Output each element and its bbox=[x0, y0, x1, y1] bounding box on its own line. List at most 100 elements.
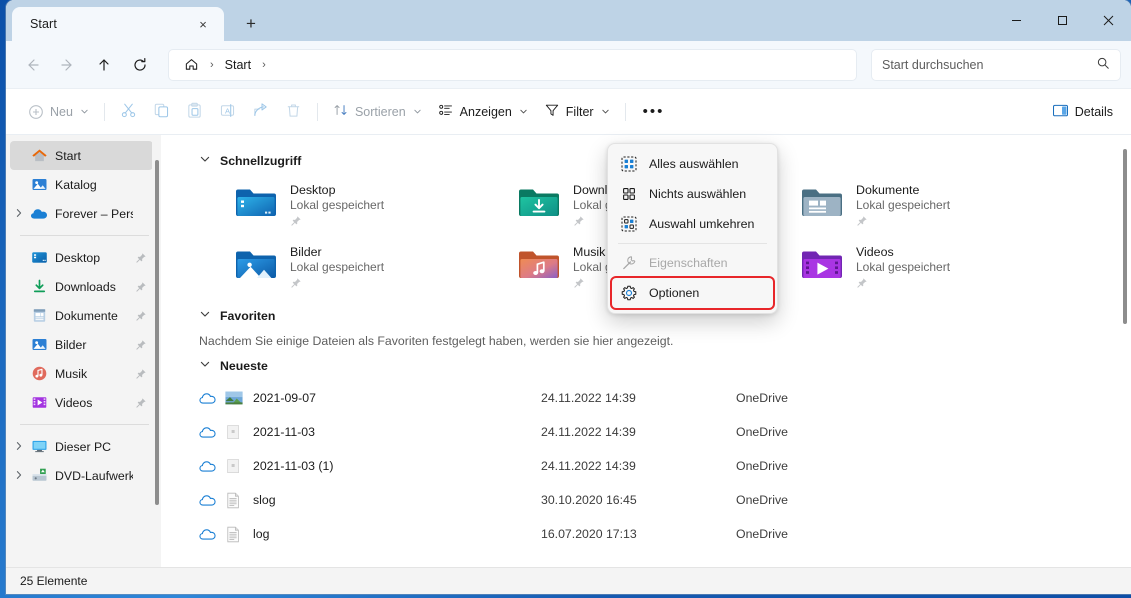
menu-item-label: Eigenschaften bbox=[649, 256, 728, 270]
chevron-right-icon[interactable] bbox=[10, 208, 28, 220]
sidebar-item-label: Videos bbox=[55, 395, 93, 410]
new-button-label: Neu bbox=[50, 104, 73, 119]
folder-music-icon bbox=[518, 244, 560, 282]
sidebar-item-katalog[interactable]: Katalog bbox=[10, 170, 153, 199]
cloud-icon bbox=[199, 391, 225, 405]
forward-button[interactable] bbox=[50, 49, 86, 81]
sort-button-label: Sortieren bbox=[354, 104, 406, 119]
cut-button[interactable] bbox=[112, 97, 145, 127]
close-window-button[interactable] bbox=[1085, 0, 1131, 41]
chevron-down-icon bbox=[80, 107, 89, 116]
menu-item-select-none[interactable]: Nichts auswählen bbox=[612, 179, 773, 209]
sidebar-item-this-pc[interactable]: Dieser PC bbox=[10, 432, 153, 461]
new-tab-button[interactable]: + bbox=[236, 9, 266, 39]
downloads-icon bbox=[28, 278, 50, 295]
videos-icon bbox=[28, 394, 50, 411]
file-source: OneDrive bbox=[736, 527, 788, 541]
scissors-icon bbox=[120, 102, 137, 122]
pin-icon[interactable] bbox=[133, 310, 149, 322]
chevron-right-icon[interactable] bbox=[10, 470, 28, 482]
sidebar-item-downloads[interactable]: Downloads bbox=[10, 272, 153, 301]
table-row[interactable]: log 16.07.2020 17:13 OneDrive bbox=[161, 517, 1131, 551]
share-button[interactable] bbox=[244, 97, 277, 127]
toolbar-divider-3 bbox=[624, 102, 626, 121]
quick-access-item-dokumente[interactable]: Dokumente Lokal gespeichert bbox=[801, 180, 1084, 236]
up-button[interactable] bbox=[86, 49, 122, 81]
see-more-button[interactable]: ••• bbox=[633, 97, 675, 127]
filter-button[interactable]: Filter bbox=[536, 97, 618, 127]
quick-access-item-videos[interactable]: Videos Lokal gespeichert bbox=[801, 242, 1084, 298]
table-row[interactable]: 2021-11-03 (1) 24.11.2022 14:39 OneDrive bbox=[161, 449, 1131, 483]
file-date: 30.10.2020 16:45 bbox=[541, 493, 637, 507]
sidebar-item-musik[interactable]: Musik bbox=[10, 359, 153, 388]
table-row[interactable]: 2021-11-03 24.11.2022 14:39 OneDrive bbox=[161, 415, 1131, 449]
search-input[interactable]: Start durchsuchen bbox=[871, 48, 1121, 81]
file-date: 24.11.2022 14:39 bbox=[541, 425, 636, 439]
sidebar-item-onedrive[interactable]: Forever – Persör bbox=[10, 199, 153, 228]
menu-item-invert-selection[interactable]: Auswahl umkehren bbox=[612, 209, 773, 239]
svg-text:A: A bbox=[225, 106, 231, 115]
back-button[interactable] bbox=[14, 49, 50, 81]
minimize-button[interactable] bbox=[993, 0, 1039, 41]
paste-button[interactable] bbox=[178, 97, 211, 127]
sidebar-item-videos[interactable]: Videos bbox=[10, 388, 153, 417]
gallery-icon bbox=[28, 176, 50, 193]
view-button-label: Anzeigen bbox=[459, 104, 512, 119]
sort-button[interactable]: Sortieren bbox=[325, 97, 430, 127]
pin-icon[interactable] bbox=[133, 281, 149, 293]
details-pane-icon bbox=[1052, 102, 1069, 122]
sidebar-item-bilder[interactable]: Bilder bbox=[10, 330, 153, 359]
sidebar-item-dvd-drive[interactable]: DVD-Laufwerk ( bbox=[10, 461, 153, 490]
pin-icon[interactable] bbox=[133, 368, 149, 380]
chevron-down-icon[interactable] bbox=[199, 308, 211, 323]
chevron-down-icon[interactable] bbox=[199, 358, 211, 373]
refresh-button[interactable] bbox=[122, 49, 158, 81]
toolbar-divider-2 bbox=[316, 102, 318, 121]
sidebar-item-desktop[interactable]: Desktop bbox=[10, 243, 153, 272]
quick-access-name: Videos bbox=[856, 245, 894, 259]
delete-button[interactable] bbox=[277, 97, 310, 127]
chevron-down-icon bbox=[519, 107, 528, 116]
chevron-down-icon[interactable] bbox=[199, 153, 211, 168]
pin-icon[interactable] bbox=[133, 397, 149, 409]
table-row[interactable]: 2021-09-07 24.11.2022 14:39 OneDrive bbox=[161, 381, 1131, 415]
quick-access-item-bilder[interactable]: Bilder Lokal gespeichert bbox=[235, 242, 518, 298]
breadcrumb-start[interactable]: Start bbox=[218, 55, 258, 75]
content-scrollbar-thumb[interactable] bbox=[1123, 149, 1127, 324]
sidebar-item-start[interactable]: Start bbox=[10, 141, 153, 170]
generic-file-icon bbox=[225, 458, 253, 474]
file-name: 2021-11-03 (1) bbox=[253, 459, 334, 473]
table-row[interactable]: slog 30.10.2020 16:45 OneDrive bbox=[161, 483, 1131, 517]
menu-item-options[interactable]: Optionen bbox=[612, 278, 773, 308]
menu-item-label: Alles auswählen bbox=[649, 157, 739, 171]
home-icon[interactable] bbox=[177, 54, 206, 75]
group-header-recent[interactable]: Neueste bbox=[161, 354, 1131, 377]
chevron-right-icon[interactable] bbox=[10, 441, 28, 453]
pin-icon bbox=[856, 276, 950, 294]
view-icon bbox=[438, 102, 454, 121]
menu-item-select-all[interactable]: Alles auswählen bbox=[612, 149, 773, 179]
rename-button[interactable]: A bbox=[211, 97, 244, 127]
close-tab-icon[interactable]: × bbox=[190, 12, 216, 36]
navigation-pane: Start Katalog Forever – Persör bbox=[6, 135, 161, 567]
view-button[interactable]: Anzeigen bbox=[430, 97, 536, 127]
chevron-down-icon bbox=[413, 107, 422, 116]
maximize-button[interactable] bbox=[1039, 0, 1085, 41]
quick-access-item-desktop[interactable]: Desktop Lokal gespeichert bbox=[235, 180, 518, 236]
address-bar[interactable]: › Start › bbox=[168, 48, 857, 81]
this-pc-icon bbox=[28, 438, 50, 455]
tab-start[interactable]: Start × bbox=[12, 7, 224, 41]
sidebar-scrollbar-thumb[interactable] bbox=[155, 160, 159, 505]
sidebar-item-dokumente[interactable]: Dokumente bbox=[10, 301, 153, 330]
details-pane-button[interactable]: Details bbox=[1044, 97, 1121, 127]
folder-pictures-icon bbox=[235, 244, 277, 282]
pin-icon[interactable] bbox=[133, 252, 149, 264]
sidebar-scrollbar-track[interactable] bbox=[152, 135, 161, 567]
breadcrumb-separator-2[interactable]: › bbox=[260, 59, 268, 71]
search-icon[interactable] bbox=[1096, 56, 1110, 73]
copy-button[interactable] bbox=[145, 97, 178, 127]
new-button[interactable]: Neu bbox=[20, 97, 97, 127]
pin-icon[interactable] bbox=[133, 339, 149, 351]
quick-access-text: Videos Lokal gespeichert bbox=[856, 244, 950, 294]
see-more-context-menu: Alles auswählen Nichts auswählen Auswahl… bbox=[607, 143, 778, 314]
